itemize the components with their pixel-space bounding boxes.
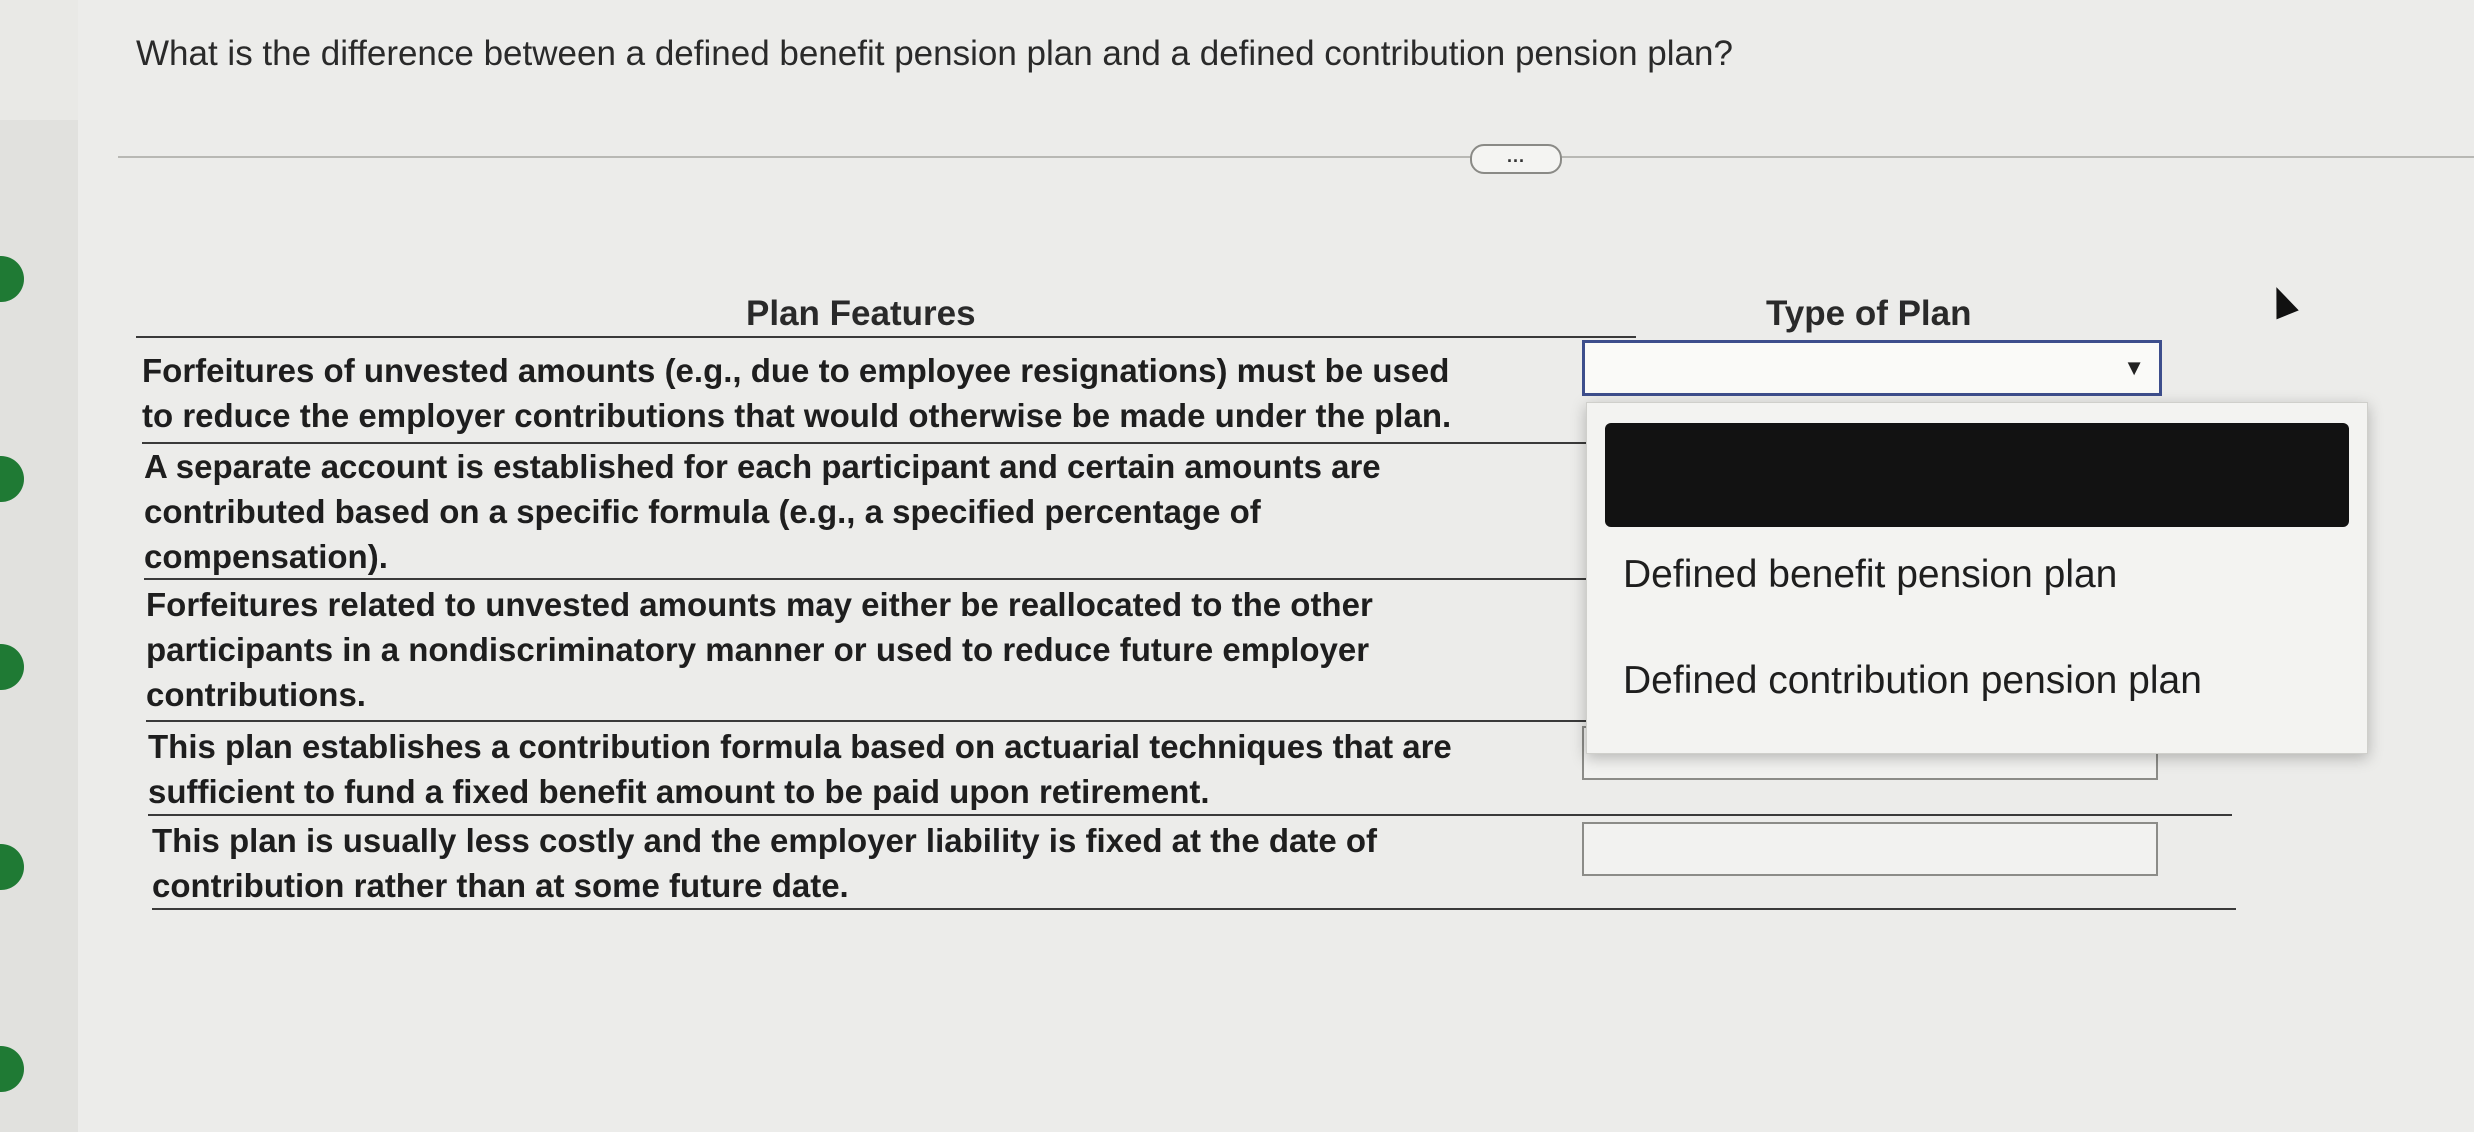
feature-row-3: Forfeitures related to unvested amounts … [146, 586, 1373, 713]
chevron-down-icon[interactable]: ▼ [2123, 355, 2145, 381]
feature-row-4: This plan establishes a contribution for… [148, 728, 1452, 810]
question-panel: What is the difference between a defined… [78, 0, 2474, 1132]
row-divider [148, 814, 2232, 816]
type-of-plan-dropdown-menu: Defined benefit pension plan Defined con… [1586, 402, 2368, 754]
dropdown-option-defined-contribution[interactable]: Defined contribution pension plan [1623, 659, 2202, 703]
sidebar [0, 120, 80, 1132]
question-text: What is the difference between a defined… [136, 34, 1733, 73]
progress-indicator-icon[interactable] [0, 256, 24, 302]
progress-indicator-icon[interactable] [0, 644, 24, 690]
dropdown-option-defined-benefit[interactable]: Defined benefit pension plan [1623, 553, 2117, 597]
dropdown-option-blank[interactable] [1605, 423, 2349, 527]
row-divider [152, 908, 2236, 910]
mouse-cursor-icon [2265, 282, 2299, 320]
feature-row-5: This plan is usually less costly and the… [152, 822, 1378, 904]
progress-indicator-icon[interactable] [0, 844, 24, 890]
feature-row-2: A separate account is established for ea… [144, 448, 1381, 575]
header-type-of-plan: Type of Plan [1766, 294, 1972, 333]
type-of-plan-select-5[interactable] [1582, 822, 2158, 876]
expand-button[interactable]: ... [1470, 144, 1562, 174]
progress-indicator-icon[interactable] [0, 456, 24, 502]
header-plan-features: Plan Features [746, 294, 976, 333]
progress-indicator-icon[interactable] [0, 1046, 24, 1092]
divider [118, 156, 2474, 158]
row-divider [146, 720, 1646, 722]
type-of-plan-select-1[interactable]: ▼ [1582, 340, 2162, 396]
header-rule [136, 336, 1636, 338]
feature-row-1: Forfeitures of unvested amounts (e.g., d… [142, 352, 1452, 434]
row-divider [144, 578, 1644, 580]
